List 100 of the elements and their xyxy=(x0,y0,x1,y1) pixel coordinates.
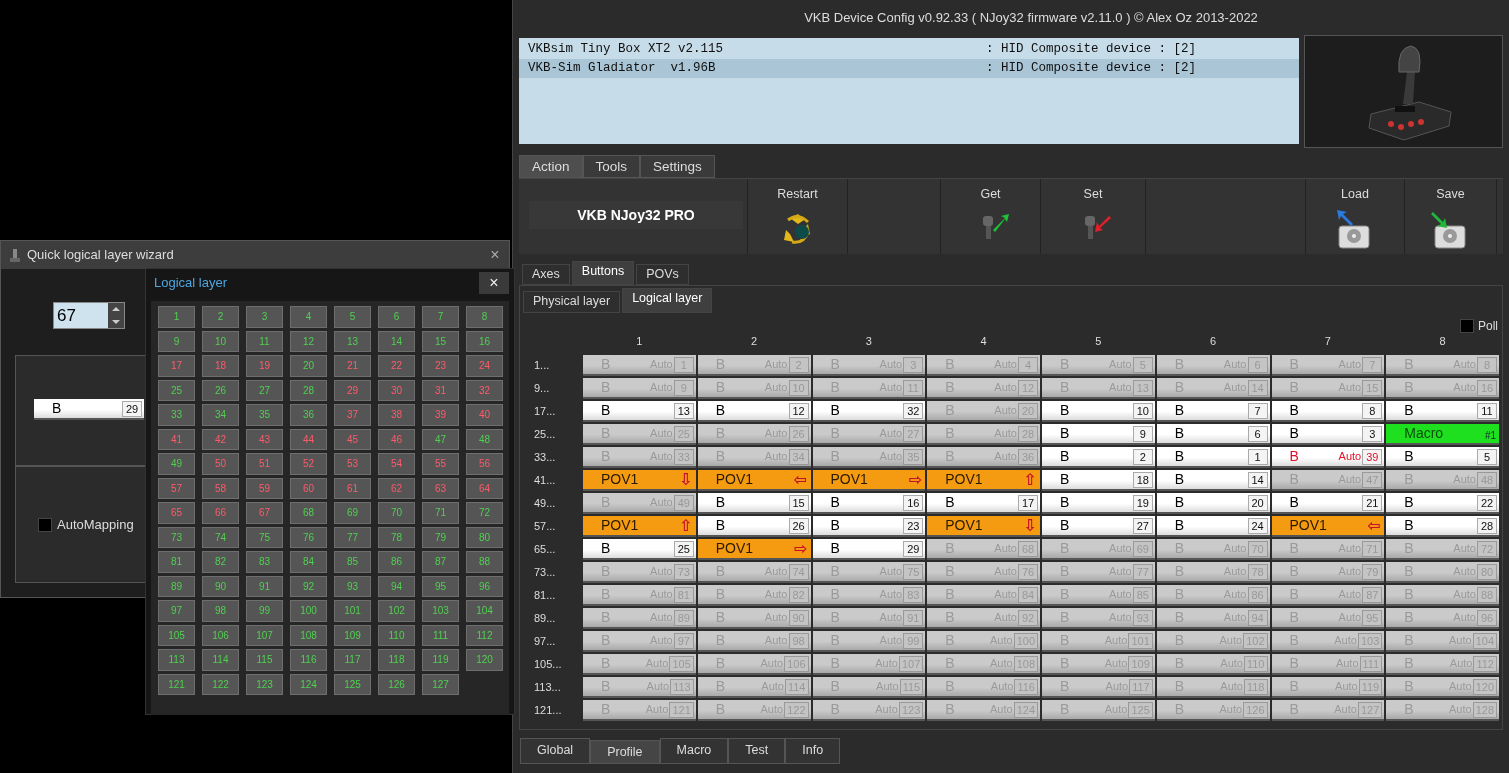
logical-button[interactable]: 33 xyxy=(158,404,195,426)
logical-button[interactable]: 86 xyxy=(378,551,415,573)
logical-button[interactable]: 61 xyxy=(334,477,371,499)
mapping-slot[interactable]: B 3 xyxy=(1271,424,1385,445)
logical-button[interactable]: 15 xyxy=(422,330,459,352)
logical-button[interactable]: 23 xyxy=(422,355,459,377)
tab[interactable]: Action xyxy=(519,155,583,178)
logical-button[interactable]: 9 xyxy=(158,330,195,352)
logical-button[interactable]: 121 xyxy=(158,673,195,695)
logical-button[interactable]: 25 xyxy=(158,379,195,401)
mapping-slot[interactable]: B 8 xyxy=(1271,401,1385,422)
logical-button[interactable]: 114 xyxy=(202,649,239,671)
logical-button[interactable]: 51 xyxy=(246,453,283,475)
logical-button[interactable]: 117 xyxy=(334,649,371,671)
logical-button[interactable]: 74 xyxy=(202,526,239,548)
logical-button[interactable]: 53 xyxy=(334,453,371,475)
tab[interactable]: Info xyxy=(785,738,841,764)
logical-button[interactable]: 94 xyxy=(378,575,415,597)
logical-button[interactable]: 95 xyxy=(422,575,459,597)
mapping-slot[interactable]: B 20 xyxy=(1156,493,1270,514)
logical-button[interactable]: 26 xyxy=(202,379,239,401)
tab[interactable]: Global xyxy=(520,738,591,764)
logical-button[interactable]: 125 xyxy=(334,673,371,695)
mapping-slot[interactable]: B 24 xyxy=(1156,516,1270,537)
logical-button[interactable]: 119 xyxy=(422,649,459,671)
logical-button[interactable]: 16 xyxy=(466,330,503,352)
logical-button[interactable]: 88 xyxy=(466,551,503,573)
logical-button[interactable]: 14 xyxy=(378,330,415,352)
logical-button[interactable]: 29 xyxy=(334,379,371,401)
logical-button[interactable]: 85 xyxy=(334,551,371,573)
logical-button[interactable]: 31 xyxy=(422,379,459,401)
logical-button[interactable]: 93 xyxy=(334,575,371,597)
logical-button[interactable]: 2 xyxy=(202,306,239,328)
mapping-slot[interactable]: B 12 xyxy=(697,401,811,422)
logical-button[interactable]: 52 xyxy=(290,453,327,475)
mapping-slot[interactable]: B 21 xyxy=(1271,493,1385,514)
logical-button[interactable]: 65 xyxy=(158,502,195,524)
logical-button[interactable]: 83 xyxy=(246,551,283,573)
logical-button[interactable]: 1 xyxy=(158,306,195,328)
mapping-slot[interactable]: Macro #1 xyxy=(1386,424,1499,445)
logical-button[interactable]: 90 xyxy=(202,575,239,597)
logical-button[interactable]: 82 xyxy=(202,551,239,573)
device-row[interactable]: VKB-Sim Gladiator v1.96B : HID Composite device : [2] xyxy=(519,59,1299,78)
logical-button[interactable]: 81 xyxy=(158,551,195,573)
logical-button[interactable]: 63 xyxy=(422,477,459,499)
logical-button[interactable]: 48 xyxy=(466,428,503,450)
logical-button[interactable]: 76 xyxy=(290,526,327,548)
logical-button[interactable]: 124 xyxy=(290,673,327,695)
logical-button[interactable]: 46 xyxy=(378,428,415,450)
mapping-slot[interactable]: POV1 ⇨ xyxy=(812,470,926,491)
logical-button[interactable]: 100 xyxy=(290,600,327,622)
logical-button[interactable]: 71 xyxy=(422,502,459,524)
logical-button[interactable]: 113 xyxy=(158,649,195,671)
logical-button[interactable]: 96 xyxy=(466,575,503,597)
mapping-slot[interactable]: B 10 xyxy=(1042,401,1155,422)
logical-button[interactable]: 64 xyxy=(466,477,503,499)
logical-button[interactable]: 34 xyxy=(202,404,239,426)
logical-button[interactable]: 56 xyxy=(466,453,503,475)
logical-button[interactable]: 28 xyxy=(290,379,327,401)
logical-button[interactable]: 7 xyxy=(422,306,459,328)
logical-button[interactable]: 18 xyxy=(202,355,239,377)
tab[interactable]: Logical layer xyxy=(622,288,713,313)
mapping-slot[interactable]: POV1 ⇨ xyxy=(697,539,811,560)
mapping-slot[interactable]: B 6 xyxy=(1156,424,1270,445)
tab[interactable]: Buttons xyxy=(571,261,635,285)
toolbar-button[interactable]: Save xyxy=(1405,179,1497,254)
logical-button[interactable]: 44 xyxy=(290,428,327,450)
mapping-slot[interactable]: B 14 xyxy=(1156,470,1270,491)
logical-button[interactable]: 79 xyxy=(422,526,459,548)
tab[interactable]: Axes xyxy=(522,264,570,285)
logical-button[interactable]: 36 xyxy=(290,404,327,426)
tab[interactable]: Settings xyxy=(640,155,715,178)
mapping-slot[interactable]: B 9 xyxy=(1042,424,1155,445)
logical-button[interactable]: 22 xyxy=(378,355,415,377)
logical-button[interactable]: 70 xyxy=(378,502,415,524)
logical-button[interactable]: 66 xyxy=(202,502,239,524)
checkbox[interactable] xyxy=(38,517,52,532)
mapping-slot[interactable]: B 11 xyxy=(1386,401,1499,422)
logical-button[interactable]: 123 xyxy=(246,673,283,695)
mapping-slot[interactable]: B 1 xyxy=(1156,447,1270,468)
mapping-slot[interactable]: B 26 xyxy=(697,516,811,537)
mapping-slot[interactable]: B 2 xyxy=(1042,447,1155,468)
mapping-slot[interactable]: B 16 xyxy=(812,493,926,514)
logical-button[interactable]: 126 xyxy=(378,673,415,695)
mapping-slot[interactable]: POV1 ⇦ xyxy=(697,470,811,491)
mapping-slot[interactable]: B Auto 39 xyxy=(1271,447,1385,468)
logical-button[interactable]: 38 xyxy=(378,404,415,426)
logical-button[interactable]: 98 xyxy=(202,600,239,622)
mapping-slot[interactable]: B 25 xyxy=(583,539,696,560)
logical-button[interactable]: 103 xyxy=(422,600,459,622)
logical-button[interactable]: 127 xyxy=(422,673,459,695)
mapping-slot[interactable]: B 23 xyxy=(812,516,926,537)
logical-button[interactable]: 24 xyxy=(466,355,503,377)
logical-button[interactable]: 108 xyxy=(290,624,327,646)
logical-button[interactable]: 105 xyxy=(158,624,195,646)
mapping-slot[interactable]: B 7 xyxy=(1156,401,1270,422)
mapping-slot[interactable]: B 32 xyxy=(812,401,926,422)
mapping-slot[interactable]: POV1 ⇦ xyxy=(1271,516,1385,537)
logical-button[interactable]: 72 xyxy=(466,502,503,524)
logical-button[interactable]: 13 xyxy=(334,330,371,352)
